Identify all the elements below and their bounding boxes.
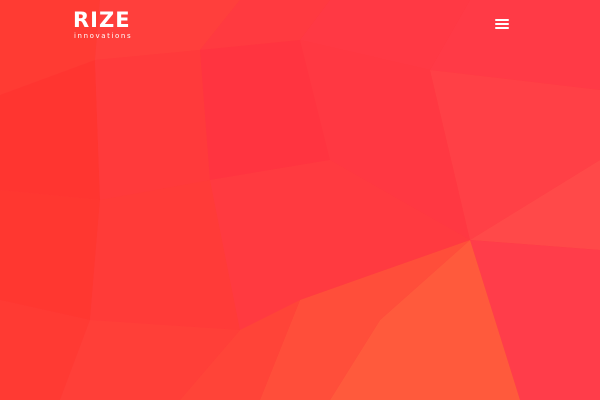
menu-bar-bottom — [495, 27, 509, 29]
menu-bar-middle — [495, 23, 509, 25]
menu-button[interactable] — [490, 13, 514, 33]
low-poly-background — [0, 0, 600, 400]
brand-name: RIZE — [73, 8, 131, 32]
menu-bar-top — [495, 19, 509, 21]
site-header: RIZE innovations — [0, 0, 600, 50]
hero-section: RIZE innovations — [0, 0, 600, 400]
brand-logo[interactable]: RIZE innovations — [73, 9, 149, 43]
brand-tagline: innovations — [74, 32, 133, 40]
